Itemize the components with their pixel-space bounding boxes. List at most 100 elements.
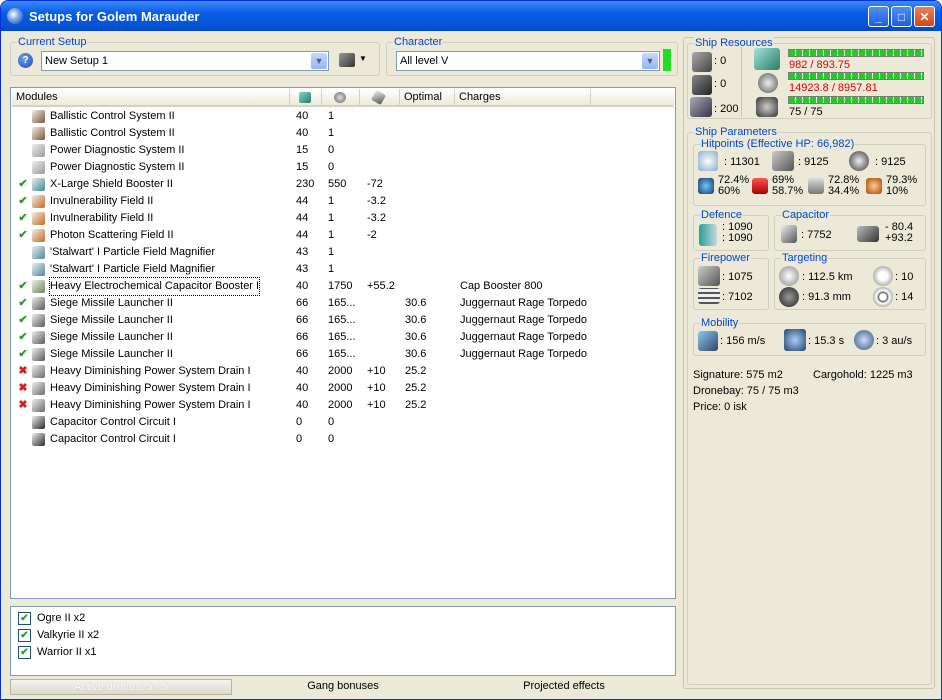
active-check-icon[interactable]: ✔ [17,176,29,193]
structure-hp: : 9125 [875,156,906,168]
drone-bandwidth-value: 75 / 75 [789,106,823,118]
active-check-icon[interactable]: ✔ [17,329,29,346]
header-capacitor[interactable] [360,89,400,106]
module-row[interactable]: ✔ Invulnerability Field II 44 1 -3.2 [12,210,674,227]
header-charges[interactable]: Charges [455,89,591,106]
module-row[interactable]: ✖ Heavy Diminishing Power System Drain I 4… [12,380,674,397]
module-row[interactable]: ✔ X-Large Shield Booster II 230 550 -72 [12,176,674,193]
tab-active-drones[interactable]: Active drones: 5 / 5 [10,679,232,695]
defence-label: Defence [700,209,743,221]
active-check-icon[interactable]: ✔ [17,295,29,312]
module-name: Ballistic Control System II [50,127,175,139]
active-check-icon[interactable]: ✔ [17,210,29,227]
chevron-down-icon[interactable]: ▼ [311,53,327,69]
targeting-range: : 112.5 km [802,271,853,283]
cpu-value: 982 / 893.75 [789,59,851,71]
header-optimal[interactable]: Optimal [400,89,455,106]
module-row[interactable]: ✖ Heavy Diminishing Power System Drain I 4… [12,363,674,380]
mobility-group: Mobility : 156 m/s : 15.3 s : 3 au/s [693,317,926,356]
dps-icon [698,266,720,286]
help-icon[interactable]: ? [18,53,33,68]
firepower-label: Firepower [700,252,751,264]
module-icon [32,331,45,344]
character-select-value: All level V [400,55,449,67]
module-optimal: 25.2 [405,365,427,377]
current-setup-label: Current Setup [17,36,88,48]
tools-menu-arrow-icon[interactable]: ▼ [359,54,367,63]
module-name: Photon Scattering Field II [50,229,174,241]
minimize-button[interactable]: _ [868,6,889,27]
tab-gang-bonuses[interactable]: Gang bonuses [232,679,454,695]
module-row[interactable]: Capacitor Control Circuit I 0 0 [12,414,674,431]
max-targets-icon [873,266,893,286]
chevron-down-icon[interactable]: ▼ [642,53,658,69]
drone-bandwidth-icon [756,97,778,117]
error-cross-icon[interactable]: ✖ [17,397,29,414]
tab-projected-effects[interactable]: Projected effects [454,679,674,695]
module-row[interactable]: 'Stalwart' I Particle Field Magnifier 43 1 [12,244,674,261]
module-powergrid: 1 [328,229,335,241]
setup-select-value: New Setup 1 [45,55,108,67]
module-name: Heavy Diminishing Power System Drain I [50,365,251,377]
mobility-label: Mobility [700,317,740,329]
module-cpu: 40 [296,127,309,139]
module-capacitor: -3.2 [367,195,386,207]
module-row[interactable]: Ballistic Control System II 40 1 [12,108,674,125]
defence-icon [699,224,717,246]
header-cpu[interactable] [290,89,322,106]
module-optimal: 30.6 [405,348,427,360]
title-bar[interactable]: Setups for Golem Marauder _ □ ✕ [1,1,941,31]
header-modules[interactable]: Modules [12,89,290,106]
error-cross-icon[interactable]: ✖ [17,363,29,380]
module-row[interactable]: ✔ Photon Scattering Field II 44 1 -2 [12,227,674,244]
velocity-icon [698,331,718,351]
module-name: Siege Missile Launcher II [50,314,173,326]
active-check-icon[interactable]: ✔ [17,193,29,210]
module-row[interactable]: Ballistic Control System II 40 1 [12,125,674,142]
module-icon [32,280,45,293]
module-icon [32,178,45,191]
warp-speed-icon [854,330,874,350]
active-check-icon[interactable]: ✔ [17,278,29,295]
module-row[interactable]: ✔ Siege Missile Launcher II 66 165... 30.6 Ju… [12,295,674,312]
module-icon [32,127,45,140]
module-cpu: 40 [296,365,309,377]
drone-active-checkbox[interactable]: ✔ [18,612,31,625]
modules-list[interactable]: Modules Optimal Charges Ballistic Contro… [10,87,676,599]
maximize-button[interactable]: □ [891,6,912,27]
module-row[interactable]: ✔ Invulnerability Field II 44 1 -3.2 [12,193,674,210]
module-cpu: 66 [296,331,309,343]
drones-list[interactable]: ✔ Ogre II x2 ✔ Valkyrie II x2 ✔ Warrior II x1 [10,606,676,676]
module-optimal: 30.6 [405,331,427,343]
module-row[interactable]: 'Stalwart' I Particle Field Magnifier 43 1 [12,261,674,278]
launcher-hardpoints-value: : 0 [714,78,727,90]
header-powergrid[interactable] [322,89,360,106]
module-row[interactable]: ✔ Siege Missile Launcher II 66 165... 30.6 Ju… [12,329,674,346]
close-button[interactable]: ✕ [914,6,935,27]
drone-active-checkbox[interactable]: ✔ [18,646,31,659]
module-row[interactable]: Power Diagnostic System II 15 0 [12,159,674,176]
powergrid-icon [334,92,346,103]
tools-menu-icon[interactable] [339,53,355,67]
drone-active-checkbox[interactable]: ✔ [18,629,31,642]
module-row[interactable]: ✔ Heavy Electrochemical Capacitor Booster… [12,277,674,296]
module-name: Capacitor Control Circuit I [50,416,176,428]
module-powergrid: 0 [328,433,335,445]
volley-icon [698,288,720,304]
active-check-icon[interactable]: ✔ [17,346,29,363]
module-row[interactable]: Capacitor Control Circuit I 0 0 [12,431,674,448]
error-cross-icon[interactable]: ✖ [17,380,29,397]
module-row[interactable]: ✔ Siege Missile Launcher II 66 165... 30.6 Ju… [12,312,674,329]
module-icon [32,263,45,276]
module-capacitor: +55.2 [367,280,395,292]
module-row[interactable]: Power Diagnostic System II 15 0 [12,142,674,159]
module-row[interactable]: ✔ Siege Missile Launcher II 66 165... 30.6 Ju… [12,346,674,363]
shield-hp: : 11301 [724,156,760,168]
active-check-icon[interactable]: ✔ [17,312,29,329]
module-row[interactable]: ✖ Heavy Diminishing Power System Drain I 4… [12,397,674,414]
character-select[interactable]: All level V ▼ [396,51,660,71]
setup-select[interactable]: New Setup 1 ▼ [41,51,329,71]
align-time: : 15.3 s [808,335,845,347]
powergrid-bar [788,72,924,80]
active-check-icon[interactable]: ✔ [17,227,29,244]
